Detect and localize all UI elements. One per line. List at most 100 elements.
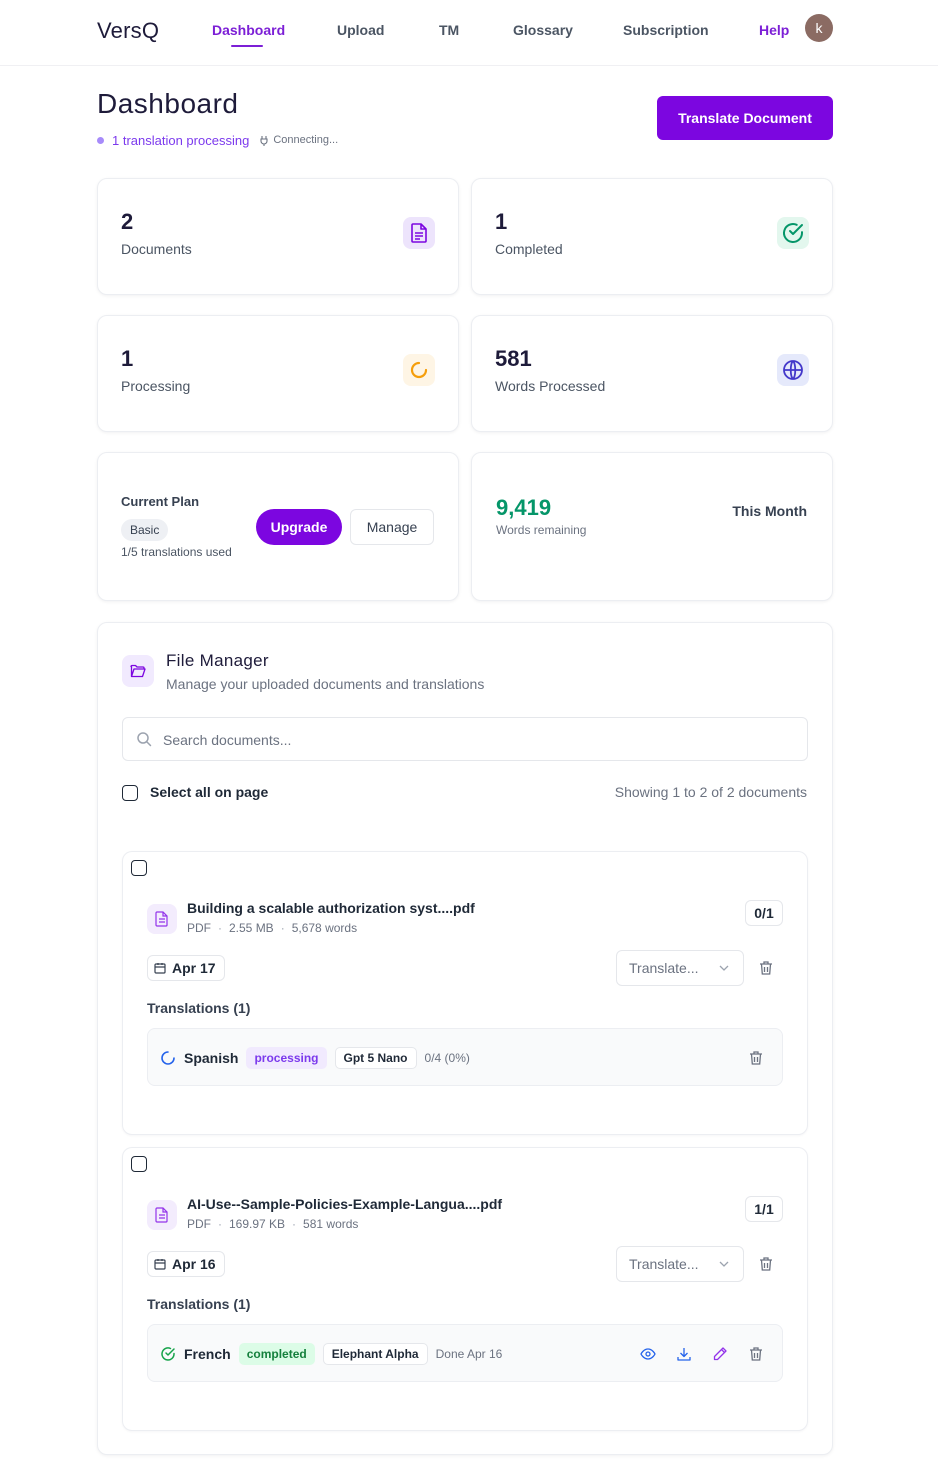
document-name[interactable]: AI-Use--Sample-Policies-Example-Langua..… bbox=[187, 1196, 502, 1212]
check-circle-icon bbox=[777, 217, 809, 249]
document-type: PDF bbox=[187, 1217, 211, 1231]
eye-icon[interactable] bbox=[640, 1346, 656, 1362]
edit-pencil-icon[interactable] bbox=[712, 1346, 728, 1362]
plan-title: Current Plan bbox=[121, 494, 200, 509]
delete-document-icon[interactable] bbox=[758, 1256, 774, 1272]
nav-tm[interactable]: TM bbox=[439, 22, 459, 38]
stat-value: 1 bbox=[121, 346, 134, 371]
document-date-text: Apr 16 bbox=[172, 1256, 216, 1272]
pdf-file-icon bbox=[147, 1200, 177, 1230]
translate-select[interactable]: Translate... bbox=[616, 950, 744, 986]
stat-value: 2 bbox=[121, 209, 134, 234]
folder-icon bbox=[122, 655, 154, 687]
delete-translation-icon[interactable] bbox=[748, 1050, 764, 1066]
brand-logo[interactable]: VersQ bbox=[97, 18, 159, 44]
translate-select-placeholder: Translate... bbox=[629, 960, 699, 976]
translations-heading: Translations (1) bbox=[147, 1000, 251, 1016]
meta-separator: · bbox=[218, 921, 222, 935]
words-remaining-label: Words remaining bbox=[496, 523, 587, 537]
select-all-label: Select all on page bbox=[150, 784, 269, 800]
document-words: 5,678 words bbox=[291, 921, 358, 935]
document-date: Apr 17 bbox=[147, 955, 225, 981]
period-label: This Month bbox=[732, 503, 807, 519]
model-badge: Gpt 5 Nano bbox=[334, 1047, 417, 1069]
plug-icon bbox=[260, 135, 268, 146]
delete-translation-icon[interactable] bbox=[748, 1346, 764, 1362]
download-icon[interactable] bbox=[676, 1346, 692, 1362]
current-plan-card: Current Plan Basic 1/5 translations used… bbox=[97, 452, 459, 601]
search-input[interactable] bbox=[163, 729, 763, 751]
chevron-down-icon bbox=[719, 965, 729, 971]
translation-language: Spanish bbox=[184, 1050, 239, 1066]
globe-icon bbox=[777, 354, 809, 386]
document-size: 169.97 KB bbox=[229, 1217, 286, 1231]
stat-card-documents: 2 Documents bbox=[97, 178, 459, 295]
translation-row: French completed Elephant Alpha Done Apr… bbox=[147, 1324, 783, 1382]
nav-subscription[interactable]: Subscription bbox=[623, 22, 709, 38]
document-checkbox[interactable] bbox=[131, 1156, 147, 1172]
chevron-down-icon bbox=[719, 1261, 729, 1267]
search-box bbox=[122, 717, 808, 761]
loading-spinner-icon bbox=[161, 1051, 175, 1065]
translate-document-button[interactable]: Translate Document bbox=[657, 96, 833, 140]
top-navbar: VersQ Dashboard Upload TM Glossary Subsc… bbox=[0, 0, 938, 66]
stat-value: 581 bbox=[495, 346, 532, 371]
document-card: Building a scalable authorization syst..… bbox=[122, 851, 808, 1135]
translate-select-placeholder: Translate... bbox=[629, 1256, 699, 1272]
document-card: AI-Use--Sample-Policies-Example-Langua..… bbox=[122, 1147, 808, 1431]
translate-select[interactable]: Translate... bbox=[616, 1246, 744, 1282]
processing-status: 1 translation processing Connecting... bbox=[97, 131, 338, 149]
translation-language: French bbox=[184, 1346, 231, 1362]
nav-help[interactable]: Help bbox=[759, 22, 789, 38]
document-words: 581 words bbox=[303, 1217, 359, 1231]
document-type: PDF bbox=[187, 921, 211, 935]
calendar-icon bbox=[154, 963, 166, 974]
stat-label: Completed bbox=[495, 241, 563, 257]
manage-button[interactable]: Manage bbox=[350, 509, 434, 545]
stat-card-processing: 1 Processing bbox=[97, 315, 459, 432]
document-date-text: Apr 17 bbox=[172, 960, 216, 976]
document-size: 2.55 MB bbox=[229, 921, 274, 935]
upgrade-button[interactable]: Upgrade bbox=[256, 509, 342, 545]
status-badge: completed bbox=[238, 1343, 315, 1365]
translation-progress: Done Apr 16 bbox=[435, 1347, 503, 1361]
check-circle-icon bbox=[161, 1347, 175, 1361]
nav-glossary[interactable]: Glossary bbox=[513, 22, 573, 38]
nav-active-indicator bbox=[231, 45, 263, 47]
translation-row: Spanish processing Gpt 5 Nano 0/4 (0%) bbox=[147, 1028, 783, 1086]
stat-label: Documents bbox=[121, 241, 192, 257]
search-icon bbox=[137, 732, 152, 747]
translation-count-badge: 1/1 bbox=[745, 1196, 783, 1222]
translation-count-badge: 0/1 bbox=[745, 900, 783, 926]
file-manager-subtitle: Manage your uploaded documents and trans… bbox=[166, 676, 485, 692]
nav-dashboard[interactable]: Dashboard bbox=[212, 22, 285, 38]
stat-label: Processing bbox=[121, 378, 191, 394]
status-dot-icon bbox=[97, 136, 104, 144]
status-badge: processing bbox=[246, 1047, 327, 1069]
delete-document-icon[interactable] bbox=[758, 960, 774, 976]
document-meta: PDF · 2.55 MB · 5,678 words bbox=[187, 921, 357, 935]
plan-tier-badge: Basic bbox=[121, 519, 169, 541]
translations-heading: Translations (1) bbox=[147, 1296, 251, 1312]
file-manager-title: File Manager bbox=[166, 651, 269, 670]
calendar-icon bbox=[154, 1259, 166, 1270]
words-remaining-card: 9,419 Words remaining This Month bbox=[471, 452, 833, 601]
stat-label: Words Processed bbox=[495, 378, 606, 394]
page-title: Dashboard bbox=[97, 88, 239, 119]
spinner-icon bbox=[403, 354, 435, 386]
connection-status: Connecting... bbox=[259, 134, 338, 146]
document-date: Apr 16 bbox=[147, 1251, 225, 1277]
plan-usage: 1/5 translations used bbox=[121, 545, 232, 559]
words-remaining-value: 9,419 bbox=[496, 495, 552, 520]
processing-status-text: 1 translation processing bbox=[112, 132, 250, 148]
nav-upload[interactable]: Upload bbox=[337, 22, 384, 38]
user-avatar[interactable]: k bbox=[805, 14, 833, 42]
document-checkbox[interactable] bbox=[131, 860, 147, 876]
connection-status-text: Connecting... bbox=[273, 134, 339, 146]
select-all-checkbox[interactable] bbox=[122, 785, 138, 801]
model-badge: Elephant Alpha bbox=[322, 1343, 428, 1365]
meta-separator: · bbox=[280, 921, 285, 935]
stat-value: 1 bbox=[495, 209, 508, 234]
document-name[interactable]: Building a scalable authorization syst..… bbox=[187, 900, 475, 916]
pdf-file-icon bbox=[147, 904, 177, 934]
